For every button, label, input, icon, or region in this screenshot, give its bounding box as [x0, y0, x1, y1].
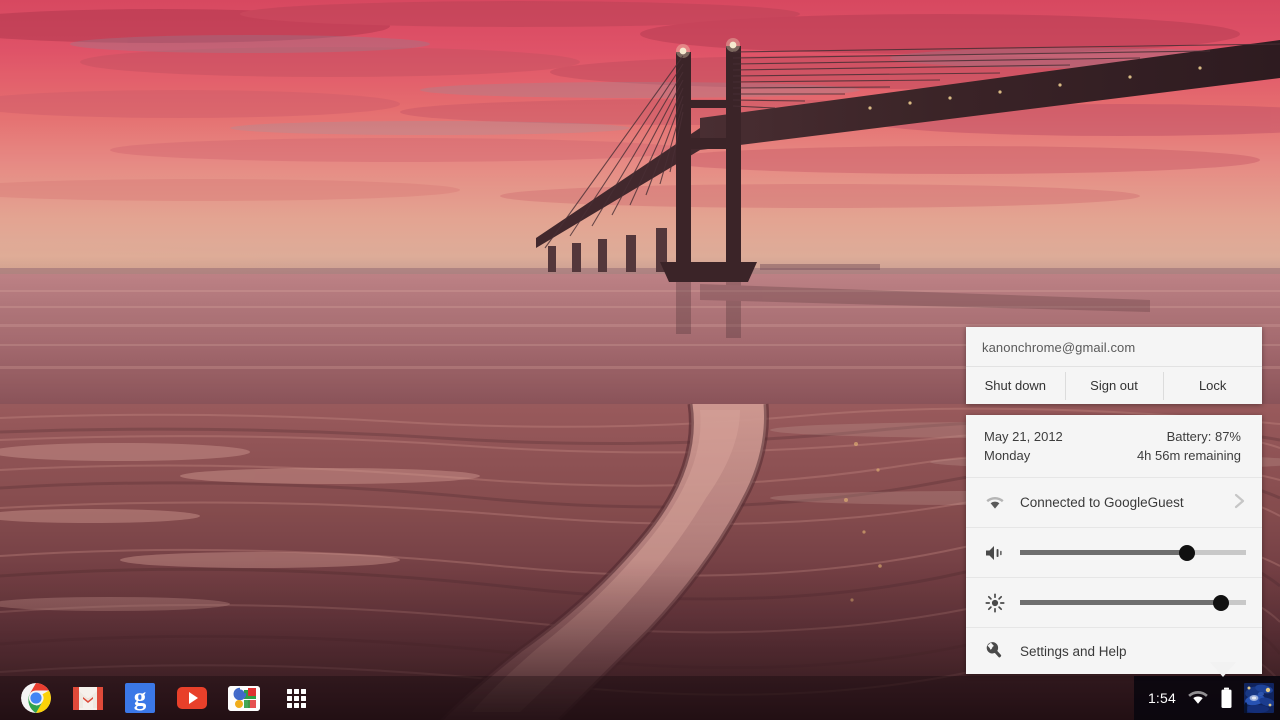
sign-out-button[interactable]: Sign out	[1064, 367, 1164, 404]
tray-clock[interactable]: 1:54	[1148, 690, 1176, 706]
shelf-item-chrome[interactable]	[10, 676, 62, 720]
volume-icon	[984, 544, 1006, 562]
shelf-item-gmail[interactable]	[62, 676, 114, 720]
gmail-icon	[73, 683, 103, 713]
shelf-item-google-search[interactable]: g	[114, 676, 166, 720]
date-battery-row: May 21, 2012 Monday Battery: 87% 4h 56m …	[966, 415, 1262, 477]
volume-fill	[1020, 550, 1188, 555]
lock-button[interactable]: Lock	[1163, 367, 1262, 404]
avatar[interactable]	[1244, 683, 1274, 713]
system-tray-panel: kanonchrome@gmail.com Shut down Sign out…	[966, 327, 1262, 674]
battery-icon[interactable]	[1220, 687, 1233, 709]
settings-and-help-label: Settings and Help	[1020, 643, 1127, 659]
brightness-fill	[1020, 600, 1222, 605]
panel-pointer-tail	[1210, 662, 1236, 677]
grid-icon	[286, 688, 306, 708]
shelf: g	[0, 676, 1280, 720]
shelf-app-list: g	[0, 676, 322, 720]
chevron-right-icon[interactable]	[1234, 492, 1246, 513]
day-text: Monday	[984, 448, 1031, 463]
chrome-icon	[21, 683, 51, 713]
network-label: Connected to GoogleGuest	[1020, 495, 1184, 510]
network-row[interactable]: Connected to GoogleGuest	[966, 477, 1262, 527]
brightness-slider[interactable]	[1020, 592, 1246, 614]
account-email: kanonchrome@gmail.com	[982, 340, 1136, 355]
wifi-icon	[984, 495, 1006, 511]
shut-down-button[interactable]: Shut down	[966, 367, 1065, 404]
account-card: kanonchrome@gmail.com Shut down Sign out…	[966, 327, 1262, 404]
wrench-icon	[984, 641, 1006, 661]
battery-percent-text: Battery: 87%	[1166, 429, 1241, 444]
wifi-icon[interactable]	[1187, 690, 1209, 706]
shelf-item-youtube[interactable]	[166, 676, 218, 720]
date-block: May 21, 2012 Monday	[984, 427, 1063, 465]
brightness-icon	[984, 592, 1006, 613]
volume-slider[interactable]	[1020, 542, 1246, 564]
system-tray[interactable]: 1:54	[1133, 676, 1280, 720]
shelf-item-app-launcher[interactable]	[270, 676, 322, 720]
volume-thumb[interactable]	[1179, 544, 1196, 561]
volume-row[interactable]	[966, 527, 1262, 577]
google-g-icon: g	[125, 683, 155, 713]
battery-remaining-text: 4h 56m remaining	[1136, 448, 1241, 463]
system-card: May 21, 2012 Monday Battery: 87% 4h 56m …	[966, 415, 1262, 674]
shelf-item-google[interactable]	[218, 676, 270, 720]
brightness-row[interactable]	[966, 577, 1262, 627]
youtube-icon	[177, 687, 207, 709]
battery-block: Battery: 87% 4h 56m remaining	[1137, 427, 1241, 465]
date-text: May 21, 2012	[984, 429, 1063, 444]
google-multicolor-icon	[228, 685, 260, 711]
account-actions: Shut down Sign out Lock	[966, 366, 1262, 404]
brightness-thumb[interactable]	[1213, 594, 1230, 611]
